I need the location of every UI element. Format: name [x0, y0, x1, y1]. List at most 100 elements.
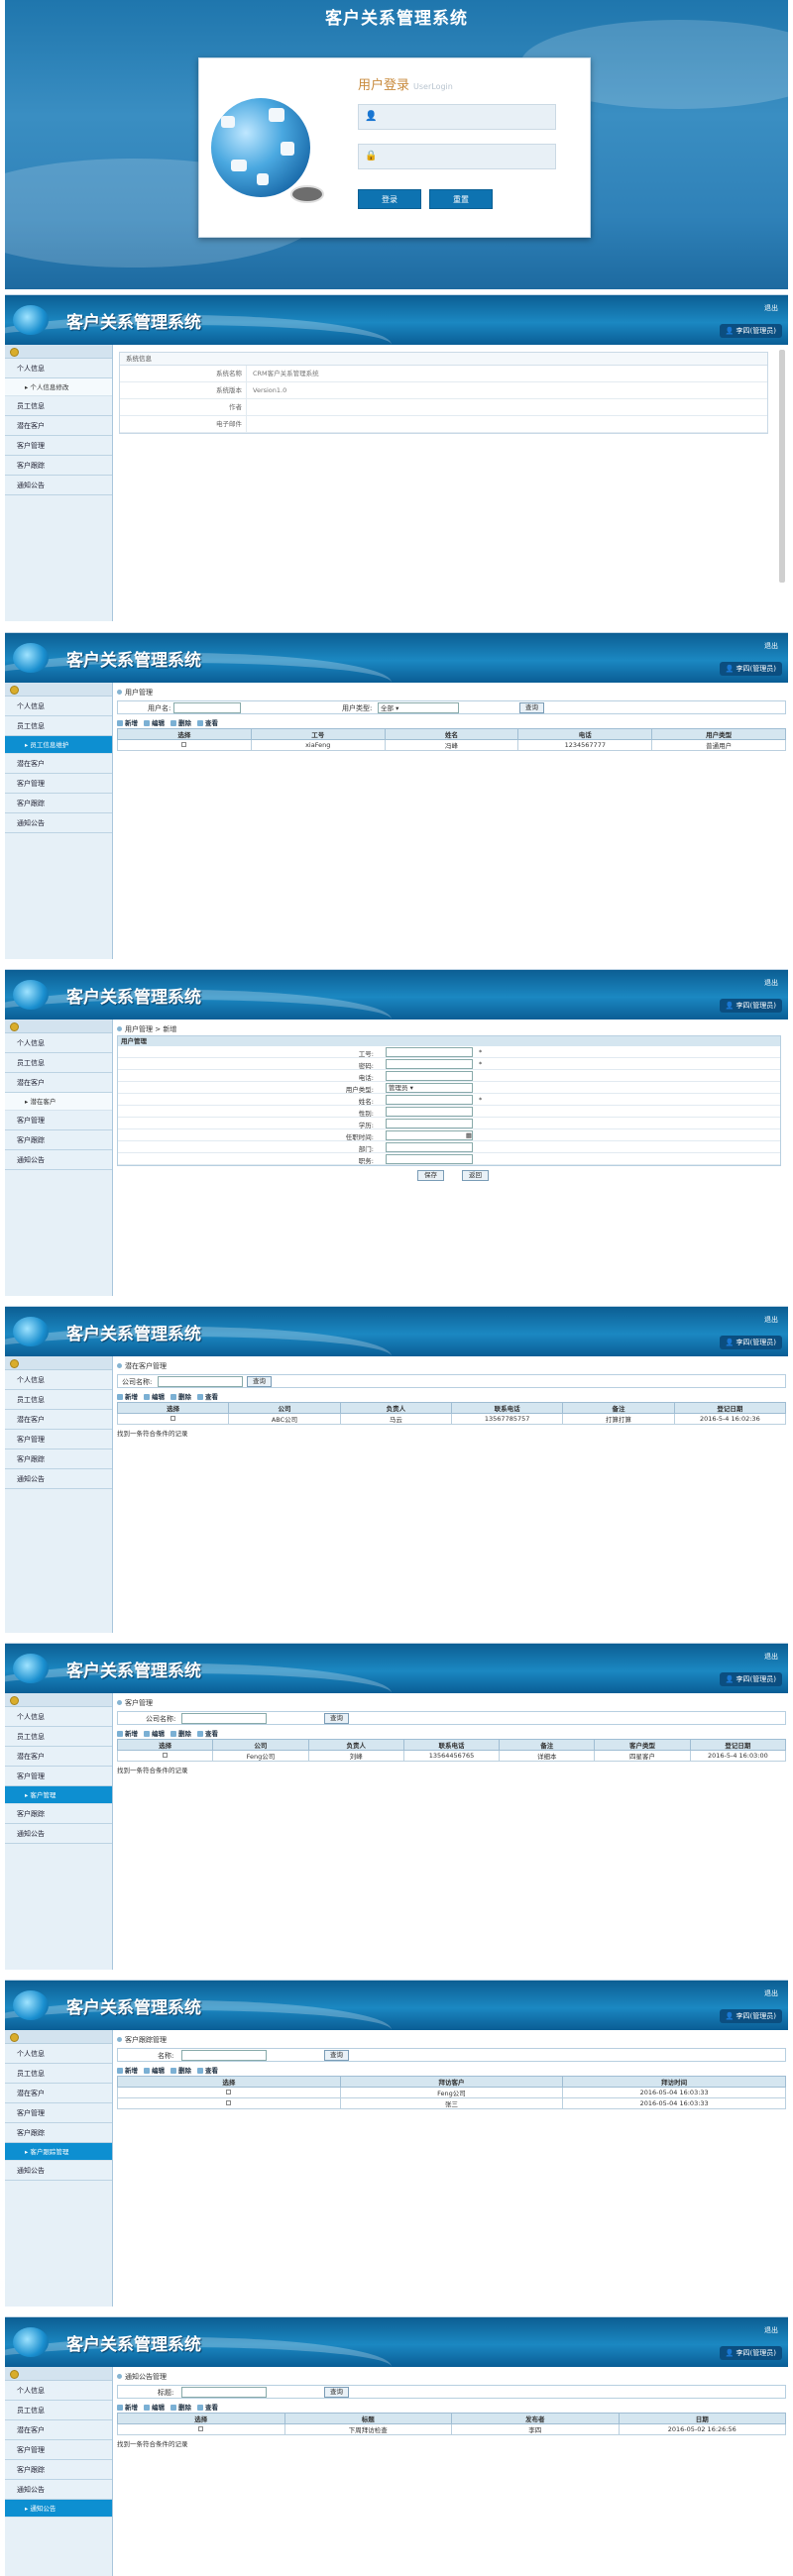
scrollbar[interactable]: [779, 350, 785, 583]
row-checkbox[interactable]: [226, 2100, 232, 2105]
username-input[interactable]: 👤: [358, 104, 556, 130]
toggle-icon[interactable]: [10, 1022, 19, 1031]
table-row[interactable]: 张三 2016-05-04 16:03:33: [117, 2097, 786, 2109]
menu-notice[interactable]: 通知公告: [5, 1469, 112, 1489]
username-search-input[interactable]: [173, 702, 241, 713]
view-button[interactable]: 查看: [197, 1730, 218, 1738]
menu-potential[interactable]: 潜在客户: [5, 754, 112, 774]
menu-personal-sub[interactable]: ▸ 个人信息修改: [5, 378, 112, 396]
menu-potential-sub[interactable]: ▸ 潜在客户: [5, 1093, 112, 1111]
view-button[interactable]: 查看: [197, 2067, 218, 2075]
toggle-icon[interactable]: [10, 2370, 19, 2379]
menu-notice[interactable]: 通知公告: [5, 2161, 112, 2181]
view-button[interactable]: 查看: [197, 1393, 218, 1401]
logout-link[interactable]: 退出: [764, 1315, 778, 1325]
search-button[interactable]: 查询: [324, 1713, 349, 1724]
menu-tracking[interactable]: 客户跟踪: [5, 1804, 112, 1824]
menu-customer[interactable]: 客户管理: [5, 2440, 112, 2460]
field-input[interactable]: [386, 1095, 473, 1105]
toggle-icon[interactable]: [10, 1696, 19, 1705]
edit-button[interactable]: 编辑: [144, 2067, 165, 2075]
title-search-input[interactable]: [181, 2387, 267, 2398]
field-input[interactable]: [386, 1071, 473, 1081]
field-input[interactable]: [386, 1059, 473, 1069]
menu-potential[interactable]: 潜在客户: [5, 1073, 112, 1093]
menu-personal[interactable]: 个人信息: [5, 1370, 112, 1390]
field-select[interactable]: 管理员 ▾: [386, 1083, 473, 1093]
menu-notice[interactable]: 通知公告: [5, 2480, 112, 2500]
table-row[interactable]: Feng公司 刘峰 13564456765 详细本 四星客户 2016-5-4 16:03…: [116, 1750, 787, 1762]
edit-button[interactable]: 编辑: [144, 1393, 165, 1401]
delete-button[interactable]: 删除: [170, 2404, 191, 2412]
logout-link[interactable]: 退出: [764, 2325, 778, 2335]
menu-customer[interactable]: 客户管理: [5, 1111, 112, 1130]
menu-personal[interactable]: 个人信息: [5, 359, 112, 378]
row-checkbox[interactable]: [170, 1416, 176, 1421]
menu-personal[interactable]: 个人信息: [5, 697, 112, 716]
menu-notice[interactable]: 通知公告: [5, 813, 112, 833]
delete-button[interactable]: 删除: [170, 719, 191, 727]
menu-notice-sub[interactable]: ▸ 通知公告: [5, 2500, 112, 2518]
company-search-input[interactable]: [158, 1376, 243, 1387]
toggle-icon[interactable]: [10, 2033, 19, 2042]
date-input[interactable]: ▦: [386, 1130, 473, 1140]
menu-staff[interactable]: 员工信息: [5, 2064, 112, 2084]
edit-button[interactable]: 编辑: [144, 2404, 165, 2412]
name-search-input[interactable]: [181, 2050, 267, 2061]
search-button[interactable]: 查询: [324, 2387, 349, 2398]
menu-staff[interactable]: 员工信息: [5, 716, 112, 736]
field-input[interactable]: [386, 1047, 473, 1057]
toggle-icon[interactable]: [10, 1359, 19, 1368]
save-button[interactable]: 保存: [417, 1170, 444, 1181]
field-input[interactable]: [386, 1119, 473, 1128]
menu-personal[interactable]: 个人信息: [5, 2044, 112, 2064]
menu-staff[interactable]: 员工信息: [5, 1727, 112, 1747]
menu-notice[interactable]: 通知公告: [5, 1150, 112, 1170]
logout-link[interactable]: 退出: [764, 1652, 778, 1662]
edit-button[interactable]: 编辑: [144, 719, 165, 727]
delete-button[interactable]: 删除: [170, 1393, 191, 1401]
add-button[interactable]: 新增: [117, 1730, 138, 1738]
logout-link[interactable]: 退出: [764, 978, 778, 988]
table-row[interactable]: ABC公司 马云 13567785757 打算打算 2016-5-4 16:02:36: [116, 1413, 787, 1425]
search-button[interactable]: 查询: [324, 2050, 349, 2061]
logout-link[interactable]: 退出: [764, 303, 778, 313]
search-button[interactable]: 查询: [247, 1376, 272, 1387]
login-button[interactable]: 登录: [358, 189, 421, 209]
back-button[interactable]: 返回: [462, 1170, 489, 1181]
field-input[interactable]: [386, 1154, 473, 1164]
calendar-icon[interactable]: ▦: [466, 1131, 472, 1139]
menu-staff[interactable]: 员工信息: [5, 396, 112, 416]
user-type-select[interactable]: 全部 ▾: [378, 702, 459, 713]
menu-customer-sub[interactable]: ▸ 客户管理: [5, 1786, 112, 1804]
view-button[interactable]: 查看: [197, 719, 218, 727]
menu-personal[interactable]: 个人信息: [5, 2381, 112, 2401]
field-input[interactable]: [386, 1142, 473, 1152]
password-input[interactable]: 🔒: [358, 144, 556, 169]
menu-staff[interactable]: 员工信息: [5, 1053, 112, 1073]
search-button[interactable]: 查询: [519, 702, 544, 713]
menu-customer[interactable]: 客户管理: [5, 774, 112, 794]
menu-tracking[interactable]: 客户跟踪: [5, 456, 112, 476]
add-button[interactable]: 新增: [117, 1393, 138, 1401]
add-button[interactable]: 新增: [117, 2067, 138, 2075]
menu-staff[interactable]: 员工信息: [5, 1390, 112, 1410]
menu-personal[interactable]: 个人信息: [5, 1707, 112, 1727]
menu-potential[interactable]: 潜在客户: [5, 1747, 112, 1767]
field-input[interactable]: [386, 1107, 473, 1117]
logout-link[interactable]: 退出: [764, 1988, 778, 1998]
menu-customer[interactable]: 客户管理: [5, 2103, 112, 2123]
menu-staff[interactable]: 员工信息: [5, 2401, 112, 2420]
add-button[interactable]: 新增: [117, 719, 138, 727]
menu-customer[interactable]: 客户管理: [5, 436, 112, 456]
menu-tracking[interactable]: 客户跟踪: [5, 2123, 112, 2143]
menu-potential[interactable]: 潜在客户: [5, 2420, 112, 2440]
menu-tracking-sub[interactable]: ▸ 客户跟踪管理: [5, 2143, 112, 2161]
row-checkbox[interactable]: [181, 742, 187, 747]
menu-potential[interactable]: 潜在客户: [5, 1410, 112, 1430]
table-row[interactable]: xiaFeng 冯峰 1234567777 普通用户: [117, 739, 786, 751]
logout-link[interactable]: 退出: [764, 641, 778, 651]
menu-customer[interactable]: 客户管理: [5, 1767, 112, 1786]
delete-button[interactable]: 删除: [170, 1730, 191, 1738]
toggle-icon[interactable]: [10, 348, 19, 357]
